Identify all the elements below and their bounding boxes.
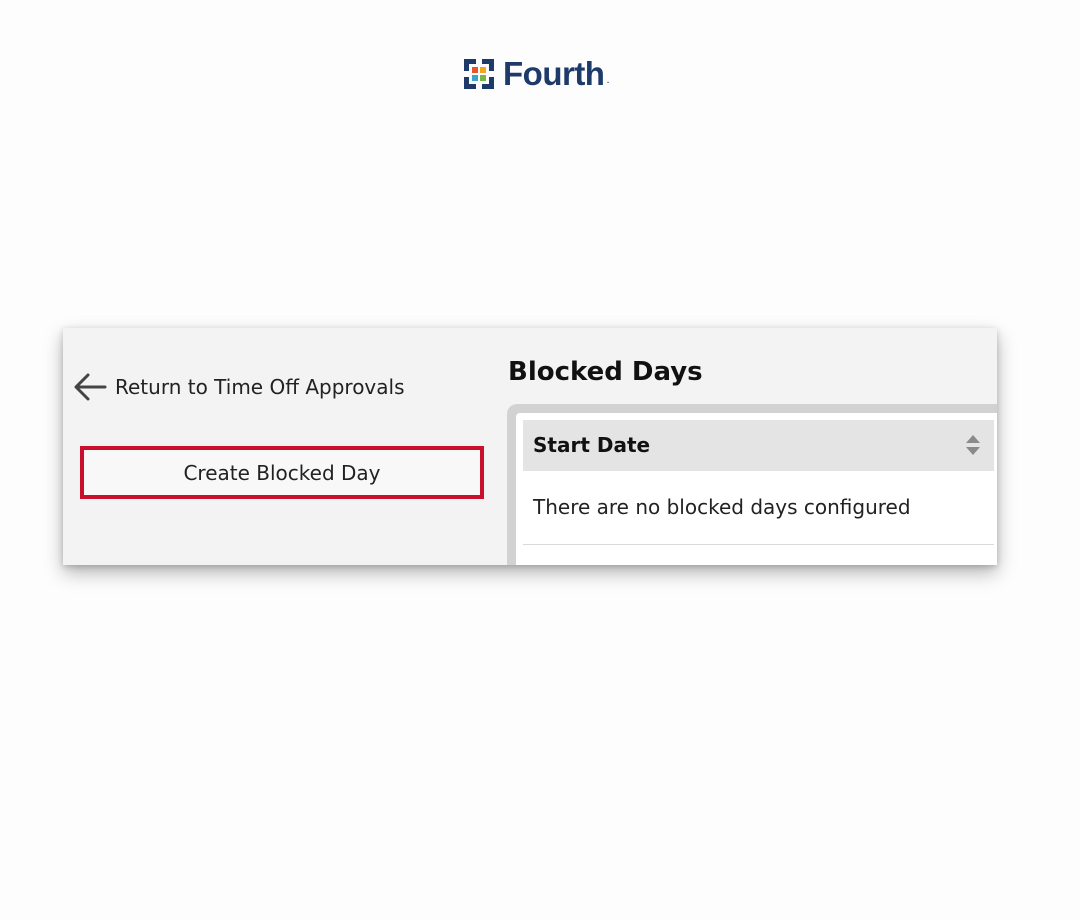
table-body: Start Date There are no blocked days con… xyxy=(516,413,997,565)
back-link-label: Return to Time Off Approvals xyxy=(115,375,405,399)
column-header-label: Start Date xyxy=(533,433,651,457)
create-blocked-day-label: Create Blocked Day xyxy=(183,460,381,485)
fourth-logo: Fourth . xyxy=(461,56,610,92)
blocked-days-screenshot: Return to Time Off Approvals Create Bloc… xyxy=(63,328,997,565)
blocked-days-table: Start Date There are no blocked days con… xyxy=(507,404,997,565)
page-title: Blocked Days xyxy=(508,357,703,387)
empty-state-message: There are no blocked days configured xyxy=(533,495,911,519)
sort-icon[interactable] xyxy=(964,431,982,459)
row-divider xyxy=(523,544,994,545)
page: Fourth . Return to Time Off Approvals Cr… xyxy=(0,0,1080,920)
fourth-logo-icon xyxy=(464,59,494,89)
create-blocked-day-button[interactable]: Create Blocked Day xyxy=(80,446,484,499)
arrow-left-icon xyxy=(74,373,107,401)
logo-trademark: . xyxy=(606,74,610,86)
column-header-start-date[interactable]: Start Date xyxy=(523,420,994,471)
return-to-time-off-approvals-link[interactable]: Return to Time Off Approvals xyxy=(73,372,405,402)
logo-text: Fourth xyxy=(503,55,605,92)
